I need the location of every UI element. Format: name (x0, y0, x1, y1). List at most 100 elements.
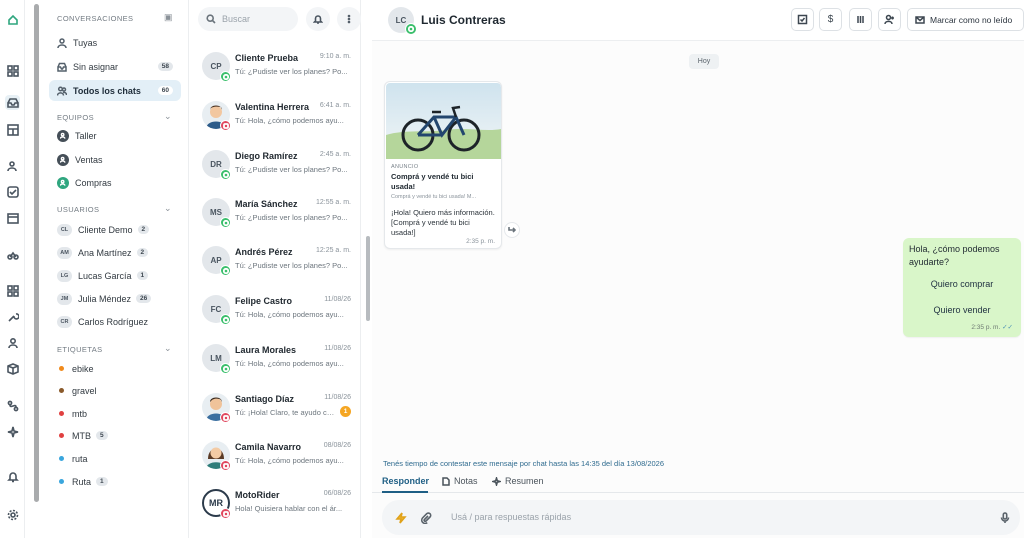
conversation-header: LC Luis Contreras $ Marcar como no leído (372, 0, 1024, 41)
user-label: Julia Méndez (78, 293, 132, 304)
attachment-icon[interactable] (419, 511, 432, 524)
tab-resumen[interactable]: Resumen (492, 476, 544, 486)
chat-list-item[interactable]: CP Cliente Prueba 9:10 a. m. Tú: ¿Pudist… (190, 49, 361, 97)
collapse-sidebar-icon[interactable]: ▣ (164, 12, 173, 23)
inbox-icon[interactable] (5, 95, 20, 110)
microphone-icon[interactable] (998, 511, 1011, 524)
contacts-icon[interactable] (5, 158, 20, 173)
contact-name[interactable]: Luis Contreras (421, 13, 506, 27)
more-options-button[interactable] (337, 7, 361, 31)
calendar-icon[interactable] (5, 210, 20, 225)
mark-unread-button[interactable]: Marcar como no leído (907, 8, 1024, 31)
boards-icon[interactable] (5, 122, 20, 137)
sidebar-item-sin-asignar[interactable]: Sin asignar 58 (49, 56, 181, 77)
bike-icon[interactable] (5, 247, 20, 262)
team-label: Compras (75, 177, 112, 188)
apps-icon[interactable] (5, 283, 20, 298)
tasks-icon[interactable] (5, 184, 20, 199)
sidebar-user[interactable]: CR Carlos Rodríguez (49, 311, 181, 332)
chat-list-item[interactable]: Valentina Herrera 6:41 a. m. Tú: Hola, ¿… (190, 98, 361, 146)
tag-label: mtb (72, 408, 88, 419)
inbox-icon (57, 62, 67, 72)
chat-preview: Tú: ¿Pudiste ver los planes? Po... (235, 165, 348, 174)
chat-preview: Hola! Quisiera hablar con el ár... (235, 504, 343, 513)
tab-notas[interactable]: Notas (441, 476, 478, 486)
chat-list-item[interactable]: LM Laura Morales 11/08/26 Tú: Hola, ¿cóm… (190, 341, 361, 389)
ad-message-card[interactable]: ANUNCIO Comprá y vendé tu bici usada! Co… (384, 81, 502, 249)
resolve-button[interactable] (791, 8, 814, 31)
avatar: JM (57, 292, 72, 305)
message-time: 2:35 p. m. (971, 324, 1001, 331)
composer-input[interactable]: Usá / para respuestas rápidas (451, 512, 571, 522)
search-input[interactable]: Buscar (198, 7, 298, 31)
sparkle-icon[interactable] (5, 424, 20, 439)
chevron-down-icon[interactable]: ⌄ (164, 111, 172, 122)
sidebar-scrollbar[interactable] (34, 4, 39, 502)
forward-button[interactable] (504, 222, 520, 238)
tag-label: MTB (72, 430, 91, 441)
chat-list-item[interactable]: Santiago Díaz 11/08/26 Tú: ¡Hola! Claro,… (190, 390, 361, 438)
chat-name: Felipe Castro (235, 296, 293, 306)
sidebar-user[interactable]: JM Julia Méndez 26 (49, 288, 181, 309)
conversation-sidebar: CONVERSACIONES ▣ Tuyas Sin asignar 58 To… (42, 0, 189, 538)
chat-preview: Tú: Hola, ¿cómo podemos ayu... (235, 456, 344, 465)
chat-time: 11/08/26 (324, 345, 351, 352)
chat-name: Diego Ramírez (235, 151, 298, 161)
sidebar-user[interactable]: LG Lucas García 1 (49, 265, 181, 286)
avatar: AM (57, 246, 72, 259)
sidebar-item-todos-los-chats[interactable]: Todos los chats 60 (49, 80, 181, 101)
count-badge: 2 (136, 248, 149, 257)
tab-responder[interactable]: Responder (382, 476, 429, 486)
home-icon[interactable] (5, 12, 20, 27)
chat-list-panel: Buscar ▲ CP Cliente Prueba 9:10 a. m. Tú… (190, 0, 560, 538)
sidebar-user[interactable]: AM Ana Martínez 2 (49, 242, 181, 263)
chat-list-scrollbar[interactable] (366, 236, 370, 321)
sidebar-tag[interactable]: ruta (49, 448, 181, 469)
sidebar-tag[interactable]: gravel (49, 380, 181, 401)
columns-button[interactable] (849, 8, 872, 31)
ad-title: Comprá y vendé tu bici usada! (391, 172, 474, 191)
chat-list-item[interactable]: DR Diego Ramírez 2:45 a. m. Tú: ¿Pudiste… (190, 147, 361, 195)
sidebar-tag[interactable]: Ruta 1 (49, 471, 181, 492)
chat-preview: Tú: ¿Pudiste ver los planes? Po... (235, 213, 348, 222)
box-icon[interactable] (5, 361, 20, 376)
sidebar-tag[interactable]: MTB 5 (49, 425, 181, 446)
sidebar-team-ventas[interactable]: Ventas (49, 149, 181, 170)
count-badge: 5 (96, 431, 108, 440)
assign-user-button[interactable] (878, 8, 901, 31)
sidebar-tag[interactable]: ebike (49, 358, 181, 379)
sidebar-tag[interactable]: mtb (49, 403, 181, 424)
chevron-down-icon[interactable]: ⌄ (164, 343, 172, 354)
route-icon[interactable] (5, 398, 20, 413)
team-label: Taller (75, 130, 97, 141)
sidebar-item-label: Tuyas (73, 37, 98, 48)
lightning-icon[interactable] (394, 511, 407, 524)
sidebar-user[interactable]: CL Cliente Demo 2 (49, 219, 181, 240)
settings-gear-icon[interactable] (5, 507, 20, 522)
sidebar-item-tuyas[interactable]: Tuyas (49, 32, 181, 53)
chat-list-item[interactable]: Camila Navarro 08/08/26 Tú: Hola, ¿cómo … (190, 438, 361, 486)
count-badge: 60 (157, 86, 173, 95)
quick-reply-button[interactable]: Quiero vender (903, 305, 1021, 315)
chat-list-item[interactable]: AP Andrés Pérez 12:25 a. m. Tú: ¿Pudiste… (190, 243, 361, 291)
wrench-icon[interactable] (5, 309, 20, 324)
whatsapp-icon (220, 169, 231, 180)
chevron-down-icon[interactable]: ⌄ (164, 203, 172, 214)
chat-list-item[interactable]: FC Felipe Castro 11/08/26 Tú: Hola, ¿cóm… (190, 292, 361, 340)
dashboard-icon[interactable] (5, 63, 20, 78)
sidebar-team-taller[interactable]: Taller (49, 125, 181, 146)
chat-name: Laura Morales (235, 345, 297, 355)
user-icon[interactable] (5, 335, 20, 350)
message-composer[interactable]: Usá / para respuestas rápidas (382, 500, 1020, 535)
sidebar-team-compras[interactable]: Compras (49, 172, 181, 193)
chat-time: 11/08/26 (324, 296, 351, 303)
ad-label: ANUNCIO (391, 164, 419, 170)
notifications-button[interactable] (306, 7, 330, 31)
chat-list-item[interactable]: MS María Sánchez 12:55 a. m. Tú: ¿Pudist… (190, 195, 361, 243)
chat-time: 9:10 a. m. (319, 53, 351, 60)
payment-button[interactable]: $ (819, 8, 842, 31)
notification-bell-icon[interactable] (5, 469, 20, 484)
chat-list-item[interactable]: MR MotoRider 06/08/26 Hola! Quisiera hab… (190, 486, 361, 534)
quick-reply-button[interactable]: Quiero comprar (903, 279, 1021, 289)
count-badge: 2 (137, 225, 150, 234)
